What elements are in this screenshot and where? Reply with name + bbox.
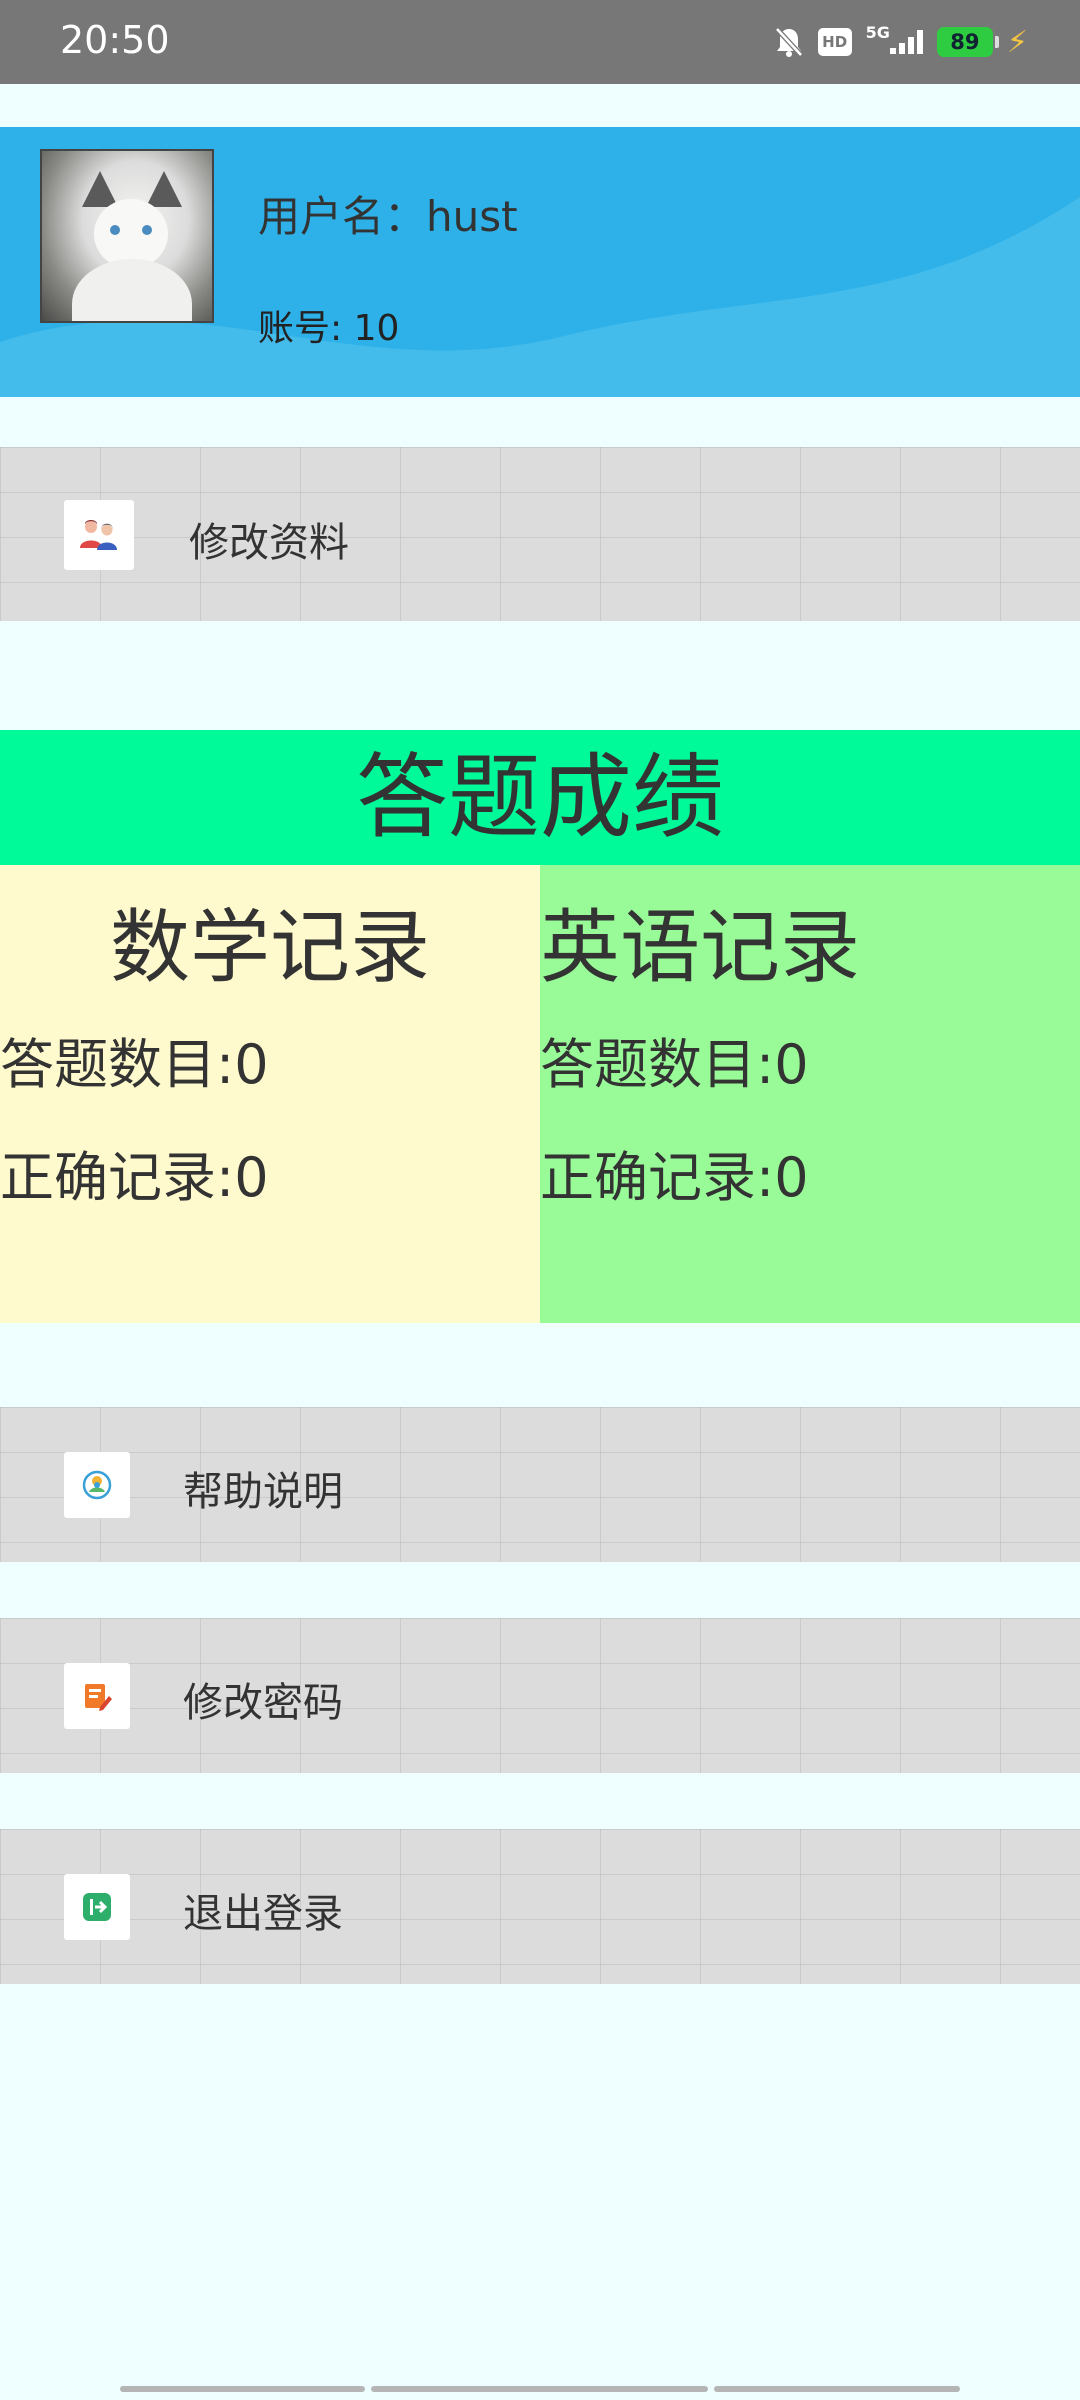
status-bar: 20:50 HD 5G 89 ⚡ [0,0,1080,84]
battery-level: 89 [950,30,980,54]
account-label: 账号: 10 [258,308,400,349]
math-correct-count: 正确记录:0 [0,1146,269,1209]
gesture-bar-center[interactable] [371,2386,708,2392]
math-record-title: 数学记录 [110,901,430,994]
hd-icon: HD [817,28,852,56]
logout-icon [64,1874,130,1940]
help-label: 帮助说明 [183,1469,343,1515]
math-record-panel: 数学记录 答题数目:0 正确记录:0 [0,865,540,1323]
charging-bolt-icon: ⚡ [1006,24,1028,60]
logout-label: 退出登录 [183,1891,343,1937]
username-label: 用户名：hust [258,192,518,241]
gesture-bar-left [120,2386,365,2392]
avatar[interactable] [40,149,214,323]
5g-signal-icon: 5G [866,23,923,54]
profile-card: 用户名：hust 账号: 10 [0,127,1080,397]
edit-profile-button[interactable]: 修改资料 [0,447,1080,621]
gesture-bar-right [714,2386,960,2392]
english-correct-count: 正确记录:0 [540,1146,809,1209]
network-type-label: 5G [865,22,890,42]
english-record-title: 英语记录 [540,901,860,994]
battery-icon: 89 [936,27,999,57]
help-icon [64,1452,130,1518]
status-time: 20:50 [60,18,170,62]
english-record-panel: 英语记录 答题数目:0 正确记录:0 [540,865,1080,1323]
logout-button[interactable]: 退出登录 [0,1829,1080,1984]
change-password-label: 修改密码 [183,1680,343,1726]
english-answered-count: 答题数目:0 [540,1033,809,1096]
edit-profile-label: 修改资料 [189,520,349,566]
change-password-button[interactable]: 修改密码 [0,1618,1080,1773]
math-answered-count: 答题数目:0 [0,1033,269,1096]
status-icons: HD 5G 89 ⚡ [774,22,1028,62]
help-button[interactable]: 帮助说明 [0,1407,1080,1562]
users-icon [64,500,134,570]
edit-document-icon [64,1663,130,1729]
scores-title: 答题成绩 [0,730,1080,865]
bell-mute-icon [774,26,804,58]
